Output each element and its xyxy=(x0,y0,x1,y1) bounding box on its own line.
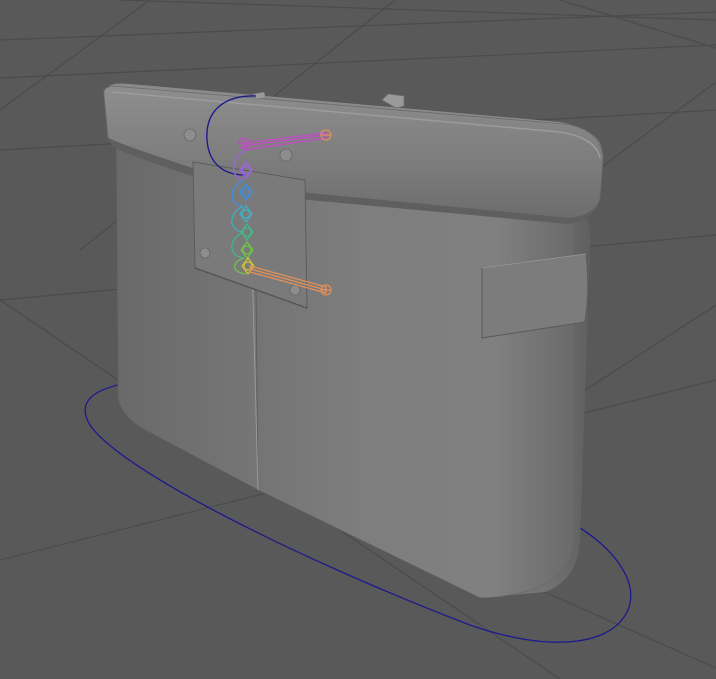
box-mesh[interactable] xyxy=(103,83,604,599)
3d-viewport[interactable] xyxy=(0,0,716,679)
lid-tab xyxy=(381,93,405,109)
screw-icon xyxy=(199,247,211,259)
screw-icon xyxy=(183,128,197,142)
viewport-canvas[interactable] xyxy=(0,0,716,679)
screw-icon xyxy=(279,148,293,162)
screw-icon xyxy=(289,284,301,296)
